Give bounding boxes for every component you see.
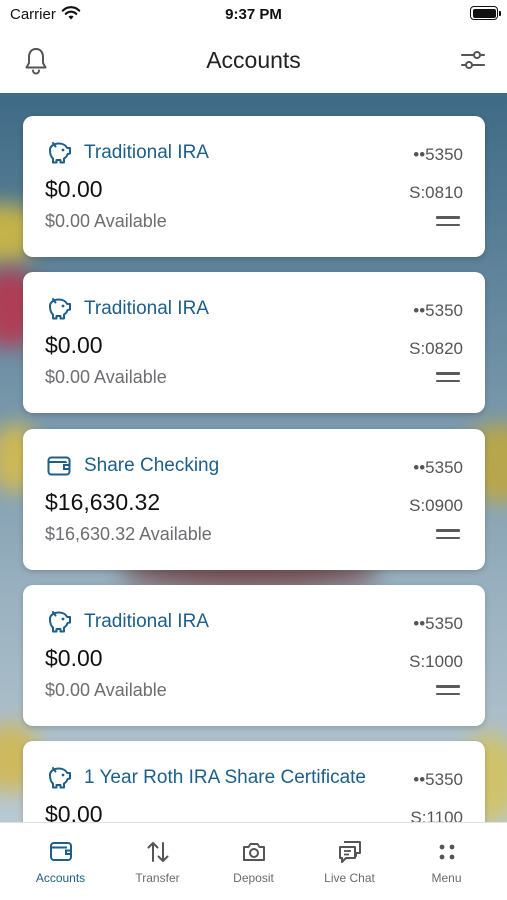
account-name: Share Checking: [84, 455, 220, 476]
reorder-handle-icon[interactable]: [436, 216, 460, 228]
account-name: Traditional IRA: [84, 298, 209, 319]
share-id: S:1100: [410, 808, 463, 822]
masked-account-number: ••5350: [413, 770, 463, 789]
tab-accounts[interactable]: Accounts: [10, 823, 111, 900]
nav-bar: Accounts: [0, 30, 507, 93]
share-id: S:0820: [409, 339, 463, 358]
camera-icon: [243, 843, 265, 861]
account-card-traditional-ira[interactable]: Traditional IRA $0.00 $0.00 Available ••…: [23, 272, 485, 413]
reorder-handle-icon[interactable]: [436, 529, 460, 541]
tab-label: Transfer: [135, 871, 180, 885]
share-id: S:1000: [409, 652, 463, 671]
wallet-icon: [47, 456, 71, 476]
account-balance: $0.00: [45, 801, 103, 822]
tab-bar: Accounts Transfer Deposit Live Chat Menu: [0, 822, 507, 900]
battery-icon: [470, 6, 501, 20]
account-card-share-checking[interactable]: Share Checking $16,630.32 $16,630.32 Ava…: [23, 429, 485, 570]
page-title: Accounts: [206, 47, 301, 73]
masked-account-number: ••5350: [413, 458, 463, 477]
tab-transfer[interactable]: Transfer: [107, 823, 208, 900]
account-card-roth-ira-certificate[interactable]: 1 Year Roth IRA Share Certificate $0.00 …: [23, 741, 485, 822]
account-balance: $0.00: [45, 176, 103, 202]
account-balance: $0.00: [45, 332, 103, 358]
tab-label: Deposit: [233, 871, 274, 885]
chat-bubbles-icon: [339, 841, 361, 863]
tab-menu[interactable]: Menu: [396, 823, 497, 900]
reorder-handle-icon[interactable]: [436, 372, 460, 384]
account-balance: $0.00: [45, 645, 103, 671]
accounts-list[interactable]: Traditional IRA $0.00 $0.00 Available ••…: [0, 93, 507, 822]
masked-account-number: ••5350: [413, 145, 463, 164]
wallet-icon: [50, 842, 72, 861]
tab-label: Accounts: [35, 871, 86, 885]
account-name: 1 Year Roth IRA Share Certificate: [84, 767, 366, 788]
share-id: S:0810: [409, 183, 463, 202]
sliders-icon: [461, 51, 485, 69]
account-card-traditional-ira[interactable]: Traditional IRA $0.00 $0.00 Available ••…: [23, 585, 485, 726]
masked-account-number: ••5350: [413, 301, 463, 320]
transfer-arrows-icon: [147, 842, 169, 862]
piggy-bank-icon: [49, 298, 71, 320]
piggy-bank-icon: [49, 767, 71, 789]
filter-button[interactable]: [459, 46, 487, 74]
account-card-traditional-ira[interactable]: Traditional IRA $0.00 $0.00 Available ••…: [23, 116, 485, 257]
available-balance: $0.00 Available: [45, 367, 167, 387]
masked-account-number: ••5350: [413, 614, 463, 633]
clock: 9:37 PM: [225, 6, 282, 23]
status-bar: Carrier 9:37 PM: [0, 0, 507, 30]
tab-label: Live Chat: [324, 871, 375, 885]
share-id: S:0900: [409, 496, 463, 515]
account-balance: $16,630.32: [45, 489, 161, 515]
available-balance: $0.00 Available: [45, 211, 167, 231]
tab-label: Menu: [431, 871, 462, 885]
reorder-handle-icon[interactable]: [436, 685, 460, 697]
grid-dots-icon: [439, 844, 455, 860]
available-balance: $0.00 Available: [45, 680, 167, 700]
tab-deposit[interactable]: Deposit: [203, 823, 304, 900]
account-name: Traditional IRA: [84, 142, 209, 163]
piggy-bank-icon: [49, 142, 71, 164]
account-name: Traditional IRA: [84, 611, 209, 632]
piggy-bank-icon: [49, 611, 71, 633]
tab-live-chat[interactable]: Live Chat: [299, 823, 400, 900]
available-balance: $16,630.32 Available: [45, 524, 212, 544]
